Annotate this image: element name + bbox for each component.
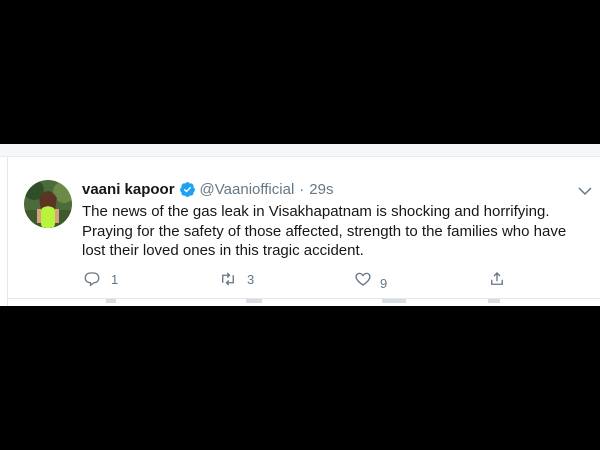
like-count: 9 bbox=[380, 275, 388, 291]
like-icon bbox=[355, 272, 371, 286]
timeline-top-strip bbox=[0, 144, 600, 157]
like-button[interactable]: 9 bbox=[354, 266, 387, 292]
share-button[interactable] bbox=[488, 266, 506, 292]
retweet-button[interactable]: 3 bbox=[219, 266, 254, 292]
handle[interactable]: @Vaaniofficial bbox=[200, 181, 295, 198]
timestamp[interactable]: 29s bbox=[309, 181, 333, 198]
tweet-text: The news of the gas leak in Visakhapatna… bbox=[82, 203, 567, 259]
reply-icon bbox=[84, 272, 100, 287]
share-icon bbox=[491, 272, 503, 285]
tweet-actions: 1 3 9 bbox=[0, 266, 600, 292]
display-name[interactable]: vaani kapoor bbox=[82, 181, 175, 198]
reply-count: 1 bbox=[111, 271, 119, 287]
avatar[interactable] bbox=[24, 180, 72, 228]
verified-badge-icon bbox=[179, 181, 195, 197]
retweet-icon bbox=[222, 272, 234, 286]
retweet-count: 3 bbox=[247, 271, 255, 287]
next-tweet-peek bbox=[7, 298, 600, 306]
tweet-header: vaani kapoor @Vaaniofficial · 29s bbox=[82, 179, 333, 199]
reply-button[interactable]: 1 bbox=[83, 266, 118, 292]
separator-dot: · bbox=[299, 180, 305, 198]
chevron-down-icon[interactable] bbox=[576, 182, 594, 200]
